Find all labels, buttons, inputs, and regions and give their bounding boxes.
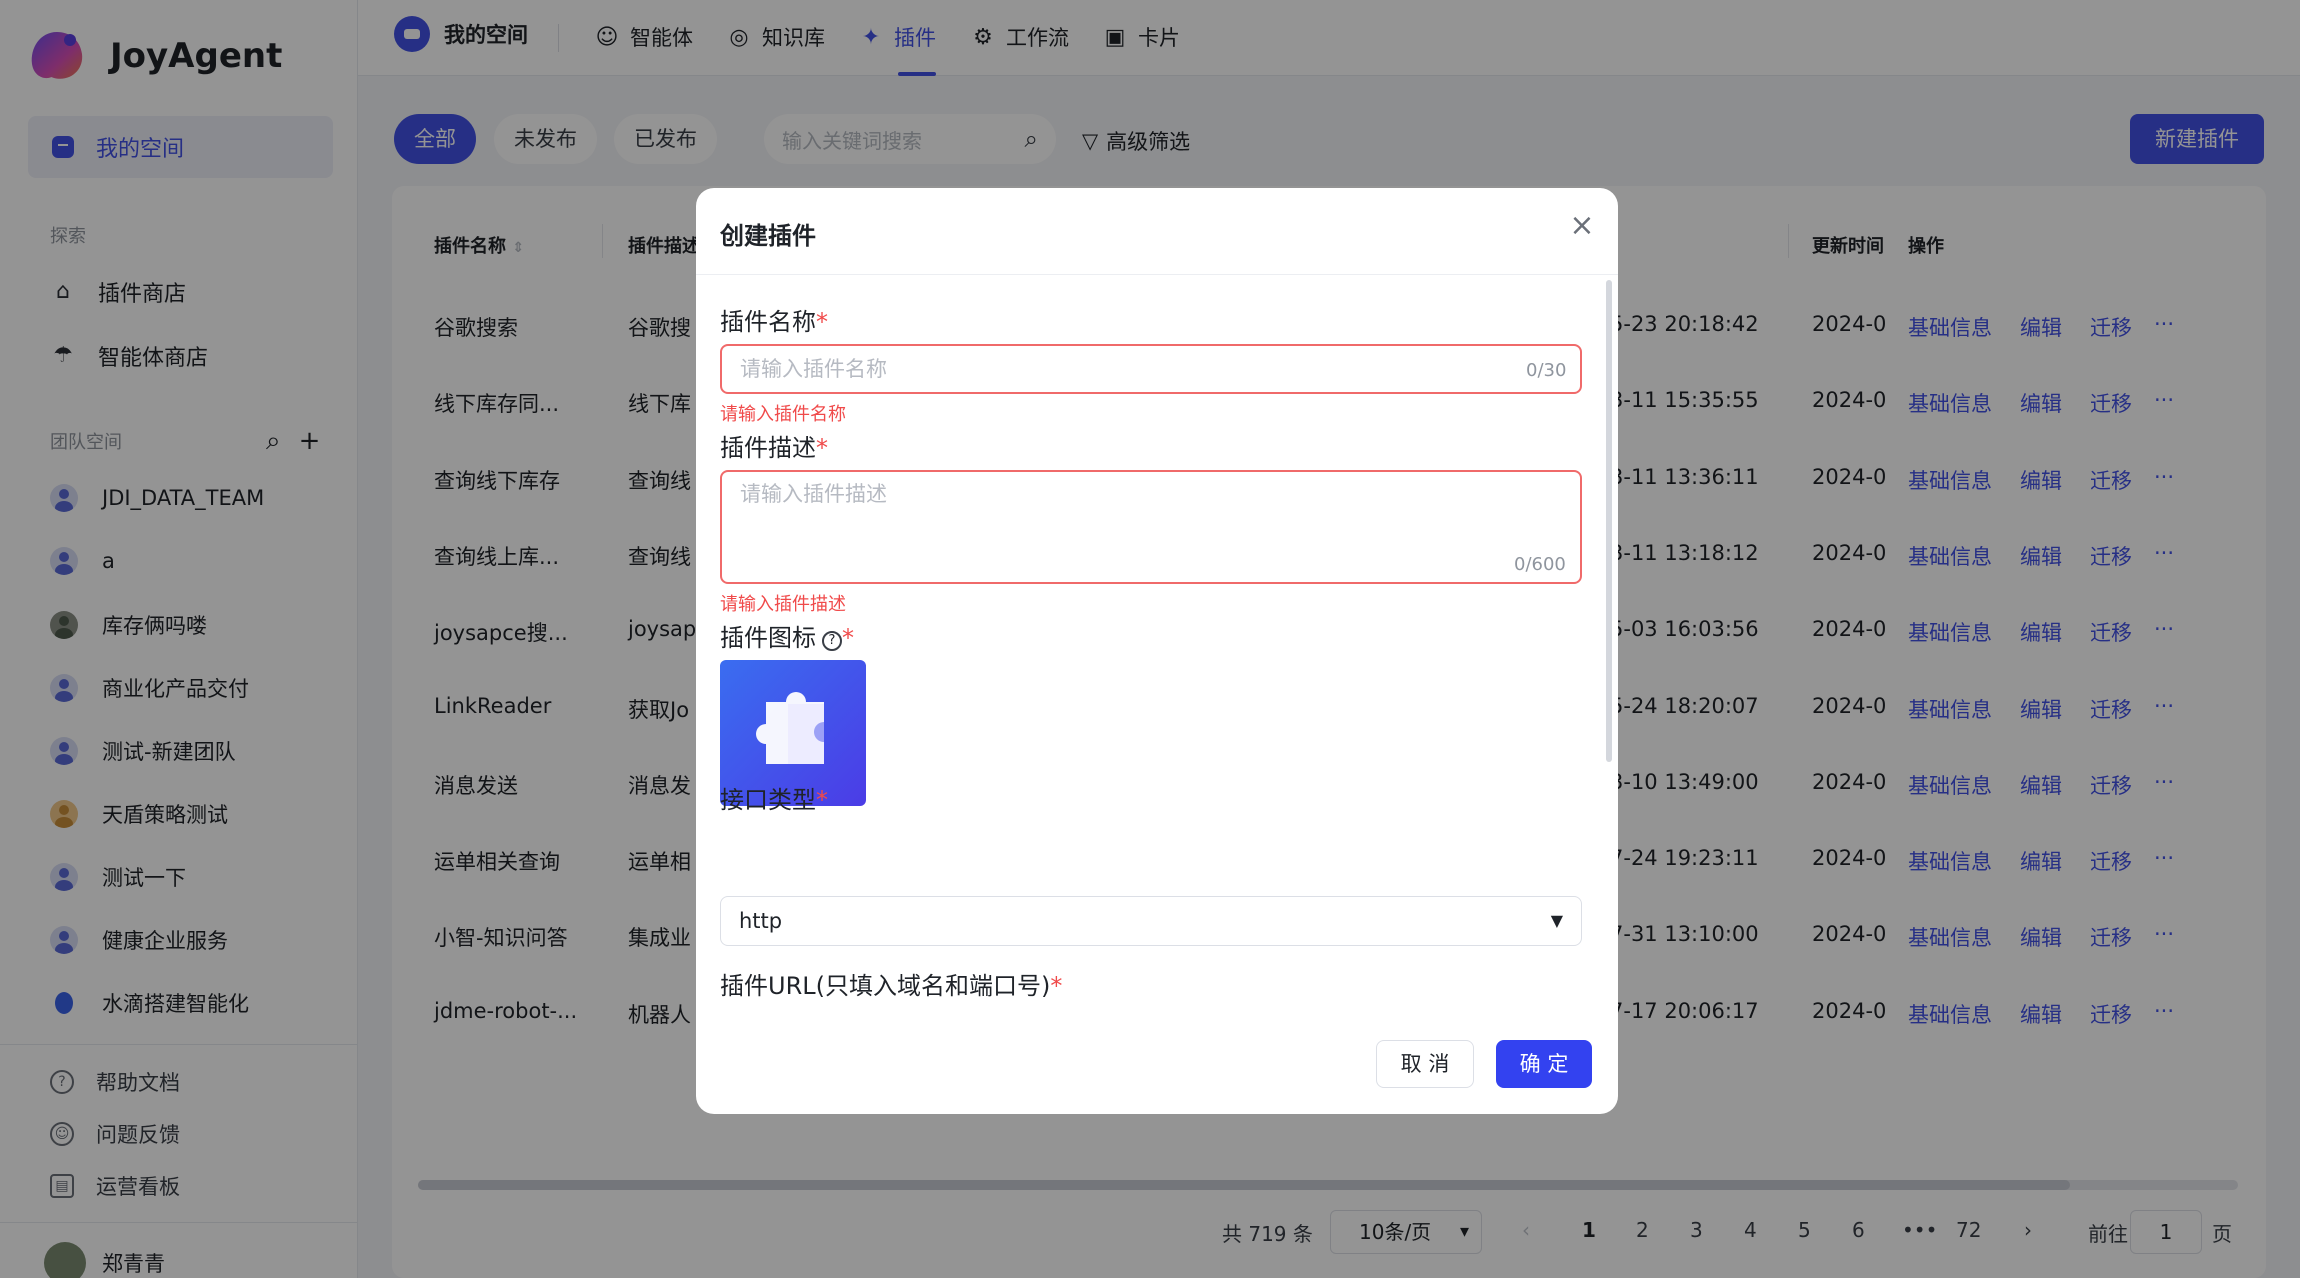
label-text: 插件名称 xyxy=(720,308,816,336)
help-icon[interactable]: ? xyxy=(822,631,842,651)
icon-field-label: 插件图标? * xyxy=(720,618,854,653)
required-mark: * xyxy=(816,434,828,462)
name-field-label: 插件名称* xyxy=(720,302,828,337)
name-char-counter: 0/30 xyxy=(1526,360,1567,381)
divider xyxy=(696,274,1618,275)
required-mark: * xyxy=(816,786,828,814)
input-placeholder: 请输入插件名称 xyxy=(740,357,887,381)
caret-down-icon: ▼ xyxy=(1550,911,1563,930)
dialog-scrollbar[interactable] xyxy=(1606,280,1612,762)
desc-char-counter: 0/600 xyxy=(1514,554,1566,575)
label-text: 插件描述 xyxy=(720,434,816,462)
label-text: 插件URL(只填入域名和端口号) xyxy=(720,972,1051,1000)
url-field-label: 插件URL(只填入域名和端口号)* xyxy=(720,966,1062,1001)
select-value: http xyxy=(739,909,783,933)
name-error: 请输入插件名称 xyxy=(720,404,846,425)
close-icon[interactable]: × xyxy=(1568,211,1596,241)
desc-field-label: 插件描述* xyxy=(720,428,828,463)
create-plugin-dialog: 创建插件 × 插件名称* 请输入插件名称 0/30 请输入插件名称 插件描述* … xyxy=(696,188,1618,1114)
dialog-title: 创建插件 xyxy=(720,222,816,250)
label-text: 插件图标 xyxy=(720,624,816,652)
label-text: 接口类型 xyxy=(720,786,816,814)
required-mark: * xyxy=(1050,972,1063,1000)
required-mark: * xyxy=(842,624,854,652)
type-field-label: 接口类型* xyxy=(720,780,828,815)
cancel-button[interactable]: 取 消 xyxy=(1376,1040,1474,1088)
confirm-button[interactable]: 确 定 xyxy=(1496,1040,1592,1088)
plugin-desc-textarea[interactable]: 请输入插件描述 xyxy=(720,470,1582,584)
interface-type-select[interactable]: http ▼ xyxy=(720,896,1582,946)
plugin-name-input[interactable]: 请输入插件名称 xyxy=(720,344,1582,394)
desc-error: 请输入插件描述 xyxy=(720,594,846,615)
input-placeholder: 请输入插件描述 xyxy=(740,482,887,506)
required-mark: * xyxy=(816,308,828,336)
